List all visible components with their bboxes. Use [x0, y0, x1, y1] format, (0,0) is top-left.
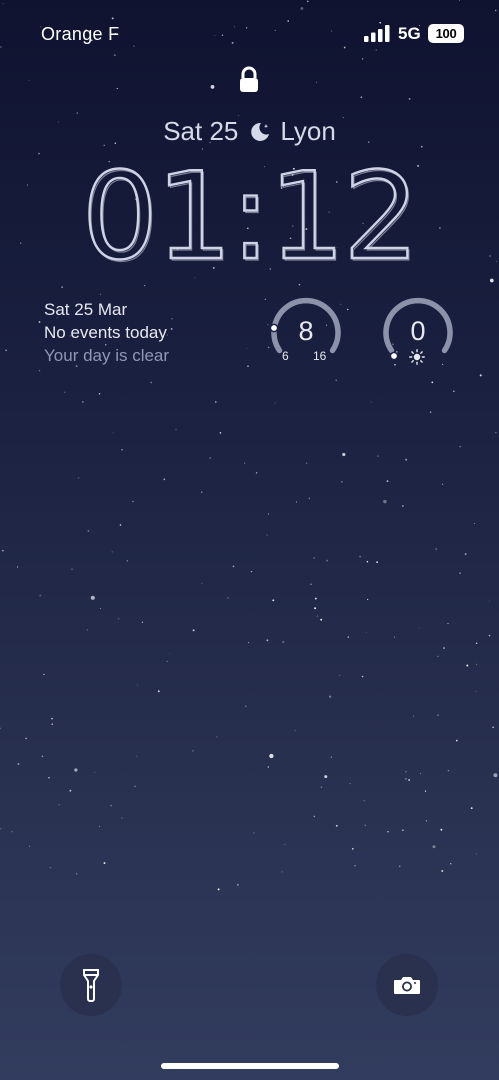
lock-city: Lyon — [280, 116, 336, 146]
calendar-widget[interactable]: Sat 25 Mar No events today Your day is c… — [44, 298, 169, 367]
carrier-name: Orange F — [41, 24, 120, 44]
uv-gauge-marker — [389, 351, 399, 361]
date-location-row: Sat 25 Lyon — [0, 116, 499, 147]
calendar-subtitle: Your day is clear — [44, 346, 170, 365]
flashlight-button[interactable] — [60, 954, 122, 1016]
lock-date: Sat 25 — [163, 116, 239, 146]
temperature-value: 8 — [298, 316, 314, 346]
calendar-status: No events today — [44, 323, 167, 342]
temperature-low: 6 — [282, 349, 289, 363]
lock-icon — [240, 66, 258, 92]
sun-icon — [409, 349, 425, 365]
moon-icon — [251, 122, 270, 141]
battery-indicator: 100 — [428, 24, 464, 43]
status-bar: Orange F 5G 100 — [0, 0, 499, 60]
temperature-widget[interactable]: 8 6 16 — [266, 294, 346, 374]
flashlight-icon — [83, 969, 99, 1002]
signal-icon — [364, 25, 390, 42]
lock-clock: 01:12 01:12 — [80, 158, 421, 270]
camera-button[interactable] — [376, 954, 438, 1016]
camera-icon — [394, 977, 420, 994]
temperature-high: 16 — [313, 349, 327, 363]
home-indicator[interactable] — [161, 1063, 339, 1069]
network-type: 5G — [398, 24, 421, 43]
calendar-date: Sat 25 Mar — [44, 300, 128, 319]
uv-value: 0 — [410, 316, 426, 346]
clock-time-shadow: 01:12 — [83, 158, 419, 270]
uv-index-widget[interactable]: 0 — [378, 294, 458, 374]
